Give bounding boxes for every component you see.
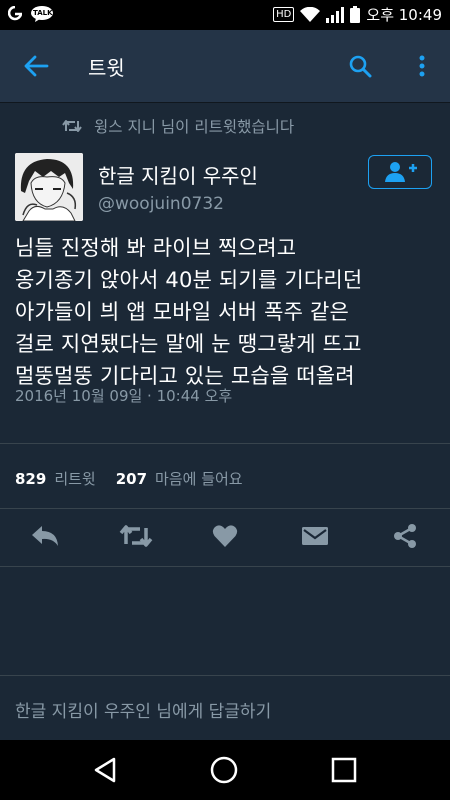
tweet-timestamp: 2016년 10월 09일 · 10:44 오후	[15, 387, 233, 405]
tweet-text-line: 옹기종기 앉아서 40분 되기를 기다리던	[15, 268, 363, 292]
tweet-text-line: 걸로 지연됐다는 말에 눈 땡그랗게 뜨고	[15, 332, 362, 356]
search-icon	[349, 55, 372, 78]
tweet-text-line: 님들 진정해 봐 라이브 찍으려고	[15, 236, 297, 260]
retweet-button[interactable]	[118, 522, 154, 550]
tweet-text-line: 아가들이 븨 앱 모바일 서버 폭주 같은	[15, 300, 350, 324]
reply-input[interactable]: 한글 지킴이 우주인 님에게 답글하기	[15, 697, 271, 722]
like-button[interactable]	[210, 522, 240, 550]
nav-back-button[interactable]	[88, 754, 122, 786]
retweet-icon	[62, 120, 82, 132]
avatar-illustration	[15, 153, 83, 221]
circle-home-icon	[210, 756, 238, 784]
divider	[0, 443, 450, 444]
navigation-bar	[0, 740, 450, 800]
add-user-icon	[385, 162, 417, 182]
heart-icon	[212, 525, 238, 547]
author-handle[interactable]: @woojuin0732	[98, 194, 224, 214]
triangle-back-icon	[94, 757, 116, 783]
hd-badge: HD	[273, 7, 295, 22]
tweet-stats: 829 리트윗 207 마음에 들어요	[15, 468, 243, 489]
like-count-label[interactable]: 마음에 들어요	[155, 468, 243, 489]
page-title: 트윗	[88, 56, 125, 80]
signal-icon	[326, 6, 345, 23]
envelope-icon	[302, 527, 328, 545]
share-button[interactable]	[390, 522, 420, 550]
like-count[interactable]: 207	[116, 470, 147, 488]
follow-button[interactable]	[368, 155, 432, 189]
search-button[interactable]	[344, 50, 376, 82]
tweet-actions	[0, 515, 450, 557]
retweet-icon	[119, 525, 153, 547]
nav-home-button[interactable]	[207, 753, 241, 787]
reply-icon	[32, 526, 58, 546]
wifi-icon	[300, 6, 321, 22]
reply-button[interactable]	[30, 522, 60, 550]
retweet-count-label[interactable]: 리트윗	[54, 468, 95, 489]
divider	[0, 508, 450, 509]
more-vertical-icon	[419, 55, 425, 77]
share-icon	[394, 524, 416, 548]
retweet-context-text[interactable]: 윙스 지니 님이 리트윗했습니다	[94, 115, 294, 137]
app-notification-icon	[8, 6, 22, 21]
tweet-text: 님들 진정해 봐 라이브 찍으려고 옹기종기 앉아서 40분 되기를 기다리던 …	[15, 232, 440, 392]
direct-message-button[interactable]	[300, 522, 330, 550]
divider	[0, 566, 450, 567]
app-bar: 트윗	[0, 30, 450, 103]
back-button[interactable]	[20, 50, 52, 82]
arrow-left-icon	[24, 55, 49, 77]
kakaotalk-icon: TALK	[30, 6, 54, 22]
more-options-button[interactable]	[408, 50, 436, 82]
retweet-context: 윙스 지니 님이 리트윗했습니다	[62, 115, 294, 137]
nav-recents-button[interactable]	[327, 753, 361, 787]
retweet-count[interactable]: 829	[15, 470, 46, 488]
avatar[interactable]	[15, 153, 83, 221]
divider	[0, 675, 450, 676]
talk-badge: TALK	[33, 9, 53, 17]
clock: 오후 10:49	[366, 6, 442, 24]
battery-icon	[350, 6, 361, 23]
author-name[interactable]: 한글 지킴이 우주인	[98, 160, 258, 189]
status-bar: TALK HD 오후 10:49	[0, 0, 450, 30]
square-recents-icon	[331, 757, 357, 783]
